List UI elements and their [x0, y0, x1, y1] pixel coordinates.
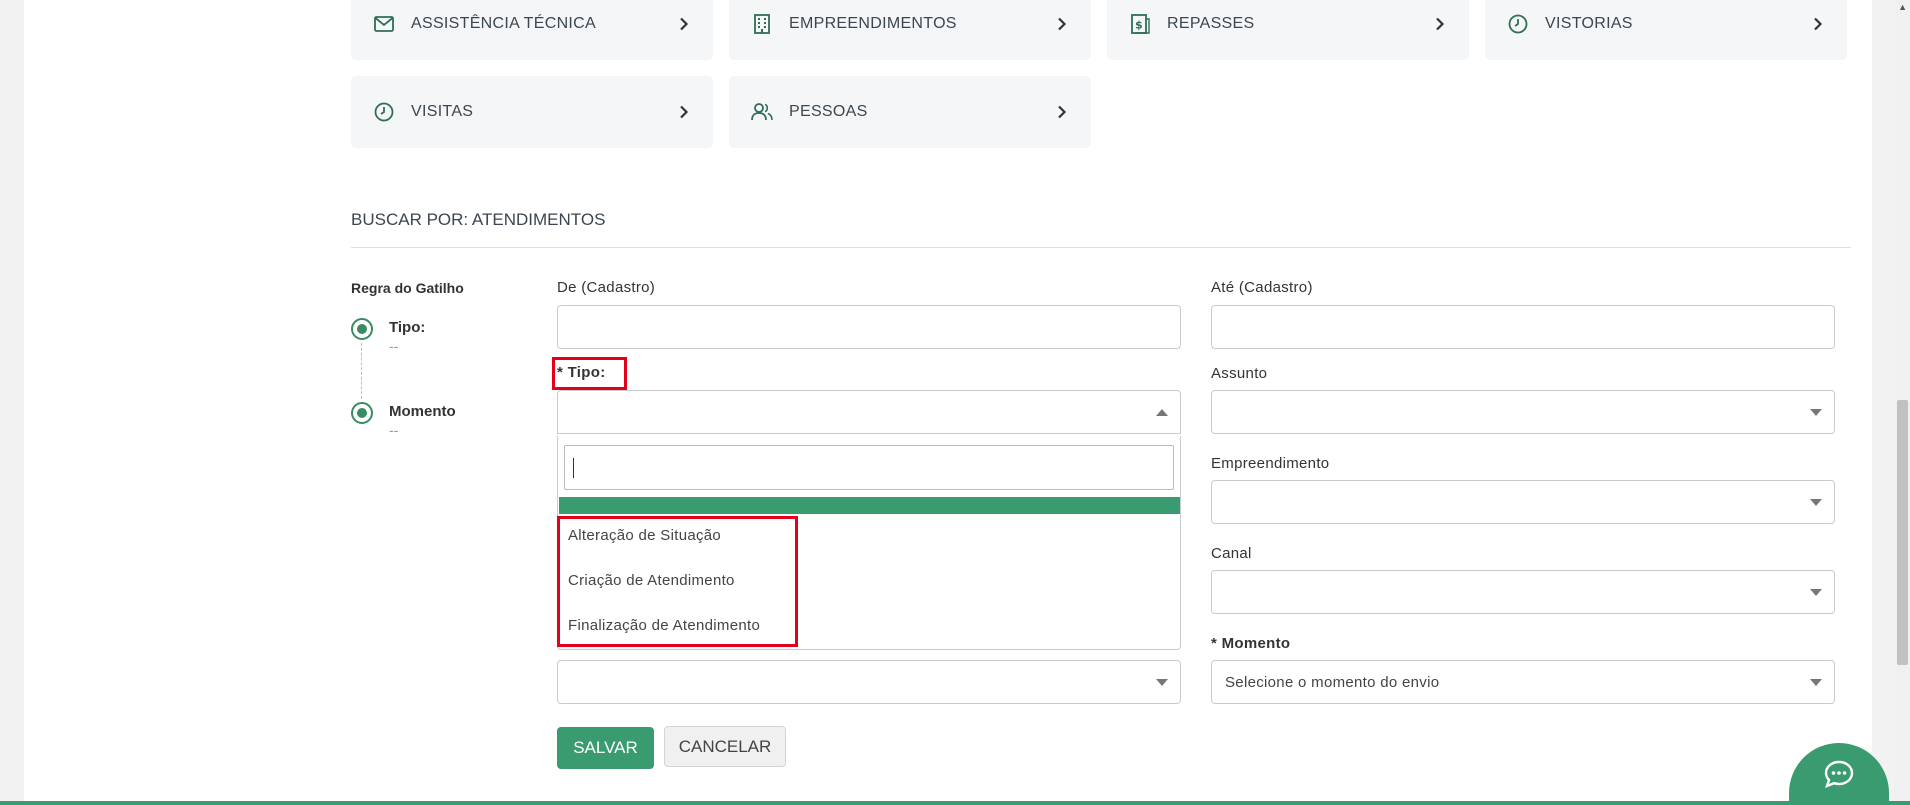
- caret-down-icon: [1156, 679, 1168, 686]
- category-tile-pessoas[interactable]: PESSOAS: [729, 76, 1091, 148]
- category-label: ASSISTÊNCIA TÉCNICA: [411, 15, 597, 32]
- momento-label: * Momento: [1211, 635, 1291, 652]
- svg-text:$: $: [1135, 19, 1143, 32]
- assunto-select[interactable]: [1211, 390, 1835, 434]
- chevron-right-icon: [1811, 17, 1825, 31]
- ate-cadastro-label: Até (Cadastro): [1211, 279, 1313, 296]
- canal-label: Canal: [1211, 545, 1252, 562]
- step-radio-icon: [351, 402, 373, 424]
- envelope-icon: [373, 13, 395, 35]
- category-label: VISTORIAS: [1545, 15, 1633, 32]
- category-tile-repasses[interactable]: $ REPASSES: [1107, 0, 1469, 60]
- de-cadastro-label: De (Cadastro): [557, 279, 656, 296]
- step-name: Momento: [389, 403, 456, 420]
- caret-down-icon: [1810, 499, 1822, 506]
- ate-cadastro-input[interactable]: [1211, 305, 1835, 349]
- building-icon: [751, 13, 773, 35]
- step-radio-icon: [351, 318, 373, 340]
- category-tile-visitas[interactable]: VISITAS: [351, 76, 713, 148]
- scroll-up-arrow-icon[interactable]: ▲: [1898, 2, 1907, 12]
- caret-up-icon: [1156, 409, 1168, 416]
- vertical-scrollbar[interactable]: ▲: [1895, 0, 1910, 805]
- empreendimento-select[interactable]: [1211, 480, 1835, 524]
- chevron-right-icon: [1055, 17, 1069, 31]
- dropdown-highlighted-empty-option[interactable]: [559, 497, 1180, 514]
- chevron-right-icon: [677, 17, 691, 31]
- caret-down-icon: [1810, 679, 1822, 686]
- step-name: Tipo:: [389, 319, 426, 336]
- cancel-button[interactable]: CANCELAR: [664, 726, 786, 767]
- caret-down-icon: [1810, 409, 1822, 416]
- chevron-right-icon: [1433, 17, 1447, 31]
- scrollbar-thumb[interactable]: [1897, 400, 1908, 665]
- tipo-options-highlight: [557, 516, 798, 647]
- clock-icon: [1507, 13, 1529, 35]
- people-icon: [751, 101, 773, 123]
- trigger-step-tipo: Tipo: --: [351, 318, 425, 354]
- tipo-label-highlight: [552, 357, 627, 390]
- caret-down-icon: [1810, 589, 1822, 596]
- category-tile-empreendimentos[interactable]: EMPREENDIMENTOS: [729, 0, 1091, 60]
- save-button[interactable]: SALVAR: [557, 727, 654, 769]
- empreendimento-label: Empreendimento: [1211, 455, 1330, 472]
- category-label: REPASSES: [1167, 15, 1255, 32]
- step-value: --: [389, 422, 399, 438]
- chevron-right-icon: [1055, 105, 1069, 119]
- section-divider: [351, 247, 1851, 248]
- clock-icon: [373, 101, 395, 123]
- step-connector: [361, 343, 362, 399]
- de-cadastro-input[interactable]: [557, 305, 1181, 349]
- assunto-label: Assunto: [1211, 365, 1268, 382]
- category-label: PESSOAS: [789, 103, 868, 120]
- chat-bubble-icon: [1824, 760, 1854, 793]
- tipo-dropdown-search-input[interactable]: [564, 445, 1174, 490]
- trigger-rule-title: Regra do Gatilho: [351, 280, 464, 296]
- canal-select[interactable]: [1211, 570, 1835, 614]
- category-tile-assistencia-tecnica[interactable]: ASSISTÊNCIA TÉCNICA: [351, 0, 713, 60]
- momento-placeholder: Selecione o momento do envio: [1225, 674, 1440, 691]
- left-bottom-select[interactable]: [557, 660, 1181, 704]
- section-title: BUSCAR POR: ATENDIMENTOS: [351, 210, 606, 229]
- chevron-right-icon: [677, 105, 691, 119]
- text-cursor: [573, 458, 574, 478]
- category-label: VISITAS: [411, 103, 474, 120]
- category-tile-vistorias[interactable]: VISTORIAS: [1485, 0, 1847, 60]
- category-label: EMPREENDIMENTOS: [789, 15, 957, 32]
- bottom-accent-bar: [0, 801, 1910, 805]
- step-value: --: [389, 338, 399, 354]
- trigger-step-momento: Momento --: [351, 402, 456, 438]
- money-document-icon: $: [1129, 13, 1151, 35]
- tipo-select[interactable]: [557, 390, 1181, 434]
- momento-select[interactable]: Selecione o momento do envio: [1211, 660, 1835, 704]
